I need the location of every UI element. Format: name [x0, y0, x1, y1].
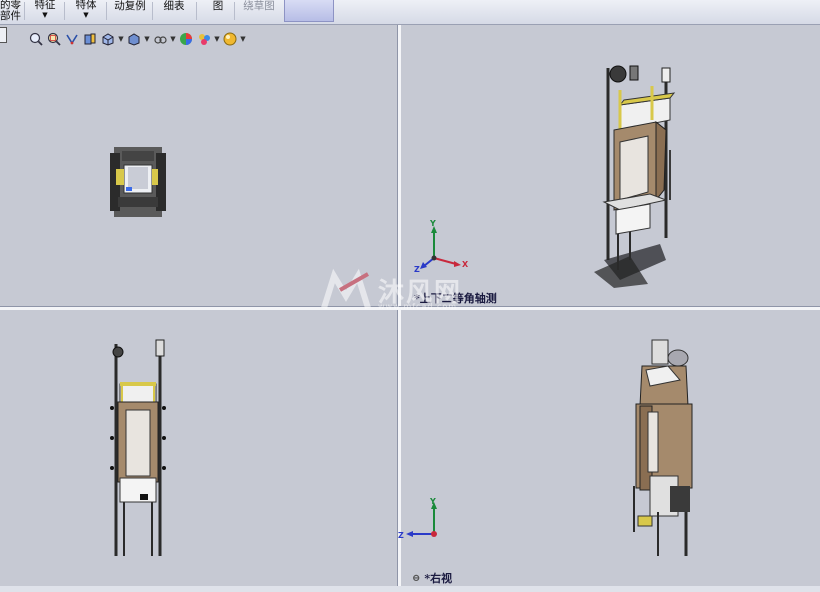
ribbon-separator	[152, 2, 153, 20]
coordinate-triad-isometric: Y X Z	[414, 220, 468, 274]
previous-view-icon[interactable]	[64, 31, 80, 47]
chevron-down-icon: ▼	[83, 11, 89, 19]
ribbon-button-sketch-label: 绕草图	[243, 0, 275, 12]
ribbon-separator	[64, 2, 65, 20]
ribbon-separator	[234, 2, 235, 20]
watermark-url: www.mfcad.com	[378, 302, 458, 311]
model-right-view[interactable]	[628, 336, 700, 560]
ribbon-button-bodies[interactable]: 特体 ▼	[70, 0, 102, 22]
ribbon-button-drawing-label: 图	[212, 0, 224, 12]
axis-z-label: Z	[398, 531, 404, 540]
view-label-right-container: ⊖ *右视	[412, 570, 452, 586]
axis-y-label: Y	[429, 220, 436, 228]
chevron-down-icon: ▼	[42, 11, 48, 19]
axis-y-label: Y	[429, 497, 436, 506]
ribbon-button-pattern-label: 动复例	[114, 0, 146, 12]
status-bar	[0, 586, 820, 592]
command-ribbon: 的零 部件 特征 ▼ 特体 ▼ 动复例 细表 图 绕草图	[0, 0, 820, 25]
chevron-down-icon[interactable]: ▼	[144, 35, 150, 43]
viewport-top-left[interactable]	[0, 25, 397, 306]
ribbon-active-tab[interactable]	[284, 0, 334, 22]
view-orientation-icon[interactable]	[100, 31, 116, 47]
zoom-area-icon[interactable]	[46, 31, 62, 47]
link-view-icon: ⊖	[412, 572, 421, 584]
heads-up-view-toolbar: ▼ ▼ ▼ ▼ ▼	[28, 30, 246, 48]
edit-appearance-icon[interactable]	[178, 31, 194, 47]
ribbon-button-features[interactable]: 特征 ▼	[30, 0, 60, 22]
ribbon-button-components-label: 的零 部件	[0, 0, 21, 22]
coordinate-triad-right: Y Z	[398, 497, 437, 540]
ribbon-button-features-label: 特征	[34, 0, 56, 11]
chevron-down-icon[interactable]: ▼	[214, 35, 220, 43]
display-style-icon[interactable]	[126, 31, 142, 47]
chevron-down-icon[interactable]: ▼	[240, 35, 246, 43]
ribbon-button-bodies-label: 特体	[75, 0, 97, 11]
ribbon-button-bom-label: 细表	[163, 0, 185, 12]
ribbon-separator	[196, 2, 197, 20]
watermark-logo-icon	[321, 268, 371, 309]
panel-tab-handle[interactable]	[0, 27, 7, 43]
ribbon-separator	[106, 2, 107, 20]
ribbon-button-bom[interactable]: 细表	[158, 0, 190, 22]
view-label-right: *右视	[424, 572, 453, 585]
chevron-down-icon[interactable]: ▼	[170, 35, 176, 43]
watermark: 沐风网 www.mfcad.com	[320, 268, 520, 316]
apply-scene-icon[interactable]	[196, 31, 212, 47]
ribbon-button-pattern[interactable]: 动复例	[112, 0, 148, 22]
ribbon-button-sketch[interactable]: 绕草图	[240, 0, 278, 22]
zoom-to-fit-icon[interactable]	[28, 31, 44, 47]
ribbon-button-components[interactable]: 的零 部件	[0, 0, 21, 22]
ribbon-button-drawing[interactable]: 图	[208, 0, 228, 22]
view-settings-icon[interactable]	[222, 31, 238, 47]
section-view-icon[interactable]	[82, 31, 98, 47]
viewport-bottom-left[interactable]	[0, 310, 397, 586]
model-isometric-view[interactable]	[590, 60, 700, 290]
model-front-view[interactable]	[104, 338, 170, 560]
chevron-down-icon[interactable]: ▼	[118, 35, 124, 43]
model-top-view[interactable]	[108, 145, 168, 219]
hide-show-items-icon[interactable]	[152, 31, 168, 47]
viewport-bottom-right[interactable]	[401, 310, 820, 586]
ribbon-separator	[24, 2, 25, 20]
